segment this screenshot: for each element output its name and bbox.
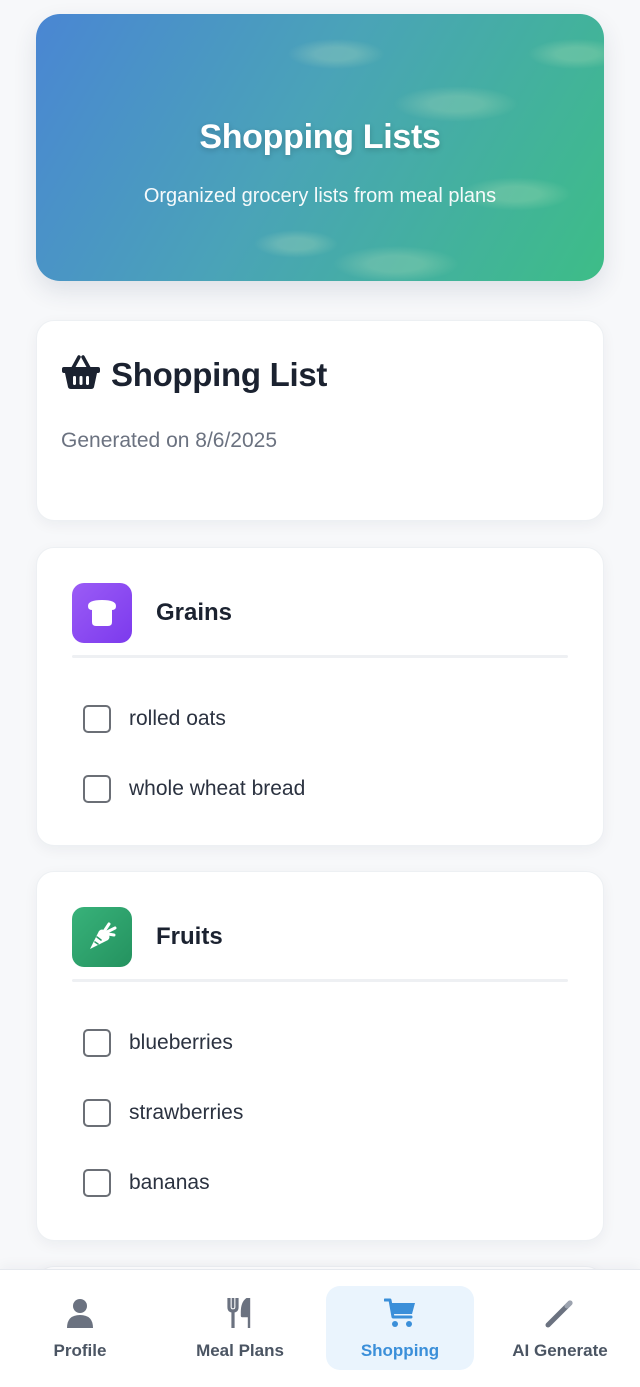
shopping-list-title: Shopping List	[111, 355, 328, 393]
item-checkbox[interactable]	[83, 1099, 111, 1127]
category-name: Grains	[156, 599, 233, 626]
list-item[interactable]: strawberries	[83, 1078, 243, 1148]
item-checkbox[interactable]	[83, 775, 111, 803]
item-checkbox[interactable]	[83, 705, 111, 733]
nav-item-ai-generate[interactable]: AI Generate	[486, 1286, 634, 1370]
list-item[interactable]: bananas	[83, 1148, 243, 1218]
category-card-grains: Grains rolled oats whole wheat bread	[36, 547, 604, 846]
category-header: Fruits	[72, 907, 223, 967]
basket-icon	[61, 354, 101, 395]
category-header: Grains	[72, 583, 232, 643]
person-icon	[66, 1298, 94, 1333]
item-label: blueberries	[129, 1031, 233, 1054]
item-label: strawberries	[129, 1101, 244, 1124]
bread-icon	[72, 583, 132, 643]
nav-label: Meal Plans	[196, 1341, 284, 1360]
item-list: rolled oats whole wheat bread	[83, 684, 305, 824]
generated-date: Generated on 8/6/2025	[61, 429, 278, 452]
page-subtitle: Organized grocery lists from meal plans	[143, 185, 497, 207]
item-label: whole wheat bread	[129, 777, 306, 800]
nav-item-shopping[interactable]: Shopping	[326, 1286, 474, 1370]
item-checkbox[interactable]	[83, 1169, 111, 1197]
item-label: rolled oats	[129, 707, 226, 730]
nav-label: Shopping	[360, 1341, 440, 1360]
item-list: blueberries strawberries bananas	[83, 1008, 243, 1218]
shopping-list-card: Shopping List Generated on 8/6/2025	[36, 320, 604, 521]
utensils-icon	[226, 1296, 254, 1333]
cart-icon	[383, 1298, 416, 1333]
item-checkbox[interactable]	[83, 1029, 111, 1057]
shopping-list-header: Shopping List	[61, 354, 327, 395]
wand-icon	[545, 1298, 575, 1333]
page-title: Shopping Lists	[199, 118, 441, 156]
category-card-fruits: Fruits blueberries strawberries bananas	[36, 871, 604, 1241]
list-item[interactable]: rolled oats	[83, 684, 305, 754]
divider	[72, 979, 568, 982]
bottom-navigation: Profile Meal Plans Shopping AI Generate	[0, 1269, 640, 1387]
nav-item-profile[interactable]: Profile	[6, 1286, 154, 1370]
carrot-icon	[72, 907, 132, 967]
list-item[interactable]: whole wheat bread	[83, 754, 305, 824]
hero-banner: Shopping Lists Organized grocery lists f…	[36, 14, 604, 281]
divider	[72, 655, 568, 658]
nav-label: Profile	[53, 1341, 107, 1360]
nav-label: AI Generate	[512, 1341, 608, 1360]
category-name: Fruits	[156, 923, 223, 950]
nav-item-meal-plans[interactable]: Meal Plans	[166, 1286, 314, 1370]
item-label: bananas	[129, 1171, 210, 1194]
list-item[interactable]: blueberries	[83, 1008, 243, 1078]
